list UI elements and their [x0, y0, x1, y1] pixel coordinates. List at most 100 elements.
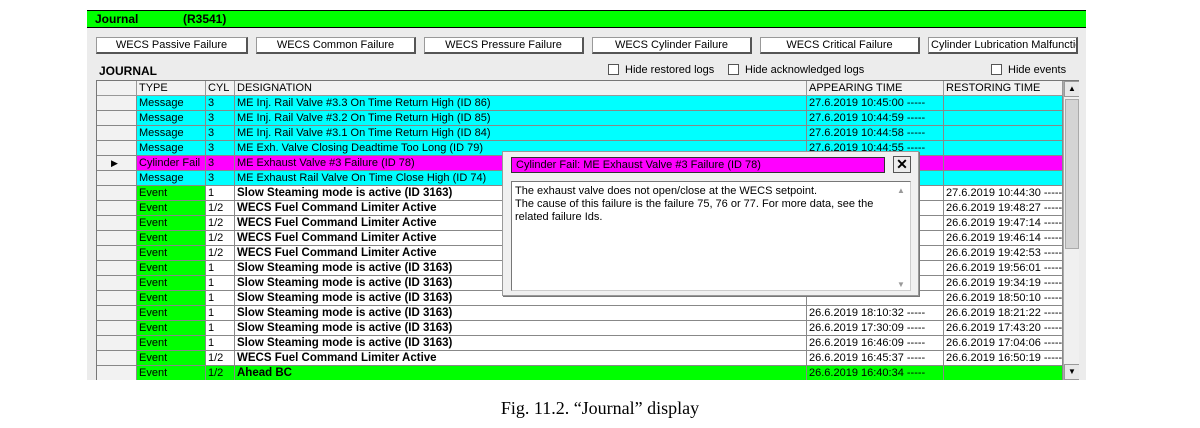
cell-type: Event: [137, 201, 206, 216]
table-row[interactable]: Event 1/2 Ahead BC 26.6.2019 16:40:34 -----: [97, 366, 1063, 380]
table-row[interactable]: Event 1 Slow Steaming mode is active (ID 3…: [97, 321, 1063, 336]
row-indicator: [97, 366, 137, 380]
row-indicator: [97, 336, 137, 351]
row-indicator: [97, 216, 137, 231]
scroll-down-icon[interactable]: ▼: [1064, 364, 1079, 380]
row-indicator: [97, 96, 137, 111]
hide-acknowledged-checkbox[interactable]: Hide acknowledged logs: [728, 64, 864, 77]
hide-events-checkbox[interactable]: Hide events: [991, 64, 1066, 77]
cell-type: Event: [137, 186, 206, 201]
cell-restoring-time: 26.6.2019 19:48:27 -----: [944, 201, 1063, 216]
table-header: TYPE CYL DESIGNATION APPEARING TIME REST…: [97, 81, 1063, 96]
hide-restored-checkbox[interactable]: Hide restored logs: [608, 64, 714, 77]
cell-appearing-time: 26.6.2019 18:10:32 -----: [807, 306, 944, 321]
cell-designation: ME Inj. Rail Valve #3.2 On Time Return H…: [235, 111, 807, 126]
cell-cyl: 3: [206, 141, 235, 156]
popup-scroll-down-icon[interactable]: ▼: [894, 278, 908, 291]
cell-type: Event: [137, 231, 206, 246]
filter-lubrication-button[interactable]: Cylinder Lubrication Malfunction: [928, 37, 1078, 54]
cell-cyl: 1: [206, 261, 235, 276]
cell-appearing-time: 26.6.2019 17:30:09 -----: [807, 321, 944, 336]
cell-restoring-time: 26.6.2019 19:56:01 -----: [944, 261, 1063, 276]
row-indicator: [97, 351, 137, 366]
popup-scroll-up-icon[interactable]: ▲: [894, 184, 908, 197]
cell-restoring-time: 26.6.2019 16:50:19 -----: [944, 351, 1063, 366]
header-cyl[interactable]: CYL: [206, 81, 235, 96]
title-bar: Journal (R3541): [87, 10, 1086, 28]
cell-cyl: 3: [206, 156, 235, 171]
cell-cyl: 3: [206, 171, 235, 186]
cell-type: Event: [137, 321, 206, 336]
cell-type: Event: [137, 276, 206, 291]
table-row[interactable]: Message 3 ME Inj. Rail Valve #3.3 On Time …: [97, 96, 1063, 111]
cell-cyl: 1/2: [206, 351, 235, 366]
hide-events-label: Hide events: [1008, 64, 1067, 76]
header-type[interactable]: TYPE: [137, 81, 206, 96]
filter-passive-failure-button[interactable]: WECS Passive Failure: [96, 37, 248, 54]
checkbox-box: [608, 64, 619, 75]
cell-restoring-time: 26.6.2019 17:04:06 -----: [944, 336, 1063, 351]
header-indicator: [97, 81, 137, 96]
header-restoring-time[interactable]: RESTORING TIME: [944, 81, 1063, 96]
row-indicator: [97, 141, 137, 156]
cell-type: Message: [137, 111, 206, 126]
cell-type: Message: [137, 141, 206, 156]
cell-cyl: 1/2: [206, 231, 235, 246]
row-indicator: [97, 171, 137, 186]
cell-designation: Slow Steaming mode is active (ID 3163): [235, 321, 807, 336]
cell-restoring-time: 27.6.2019 10:44:30 -----: [944, 186, 1063, 201]
scroll-thumb[interactable]: [1065, 99, 1079, 249]
cell-type: Event: [137, 291, 206, 306]
cell-cyl: 1/2: [206, 201, 235, 216]
cell-cyl: 1: [206, 291, 235, 306]
scroll-up-icon[interactable]: ▲: [1064, 81, 1079, 97]
popup-description: The exhaust valve does not open/close at…: [511, 181, 911, 291]
close-icon[interactable]: ✕: [893, 156, 911, 173]
cell-appearing-time: 26.6.2019 16:40:34 -----: [807, 366, 944, 380]
checkbox-box: [991, 64, 1002, 75]
row-indicator: [97, 111, 137, 126]
table-row[interactable]: Event 1 Slow Steaming mode is active (ID 3…: [97, 336, 1063, 351]
cell-cyl: 1/2: [206, 366, 235, 380]
header-designation[interactable]: DESIGNATION: [235, 81, 807, 96]
cell-type: Cylinder Fail: [137, 156, 206, 171]
row-indicator: [97, 126, 137, 141]
filter-critical-failure-button[interactable]: WECS Critical Failure: [760, 37, 920, 54]
cell-appearing-time: 27.6.2019 10:44:58 -----: [807, 126, 944, 141]
cell-type: Message: [137, 96, 206, 111]
table-row[interactable]: Event 1/2 WECS Fuel Command Limiter Active…: [97, 351, 1063, 366]
row-indicator: [97, 201, 137, 216]
table-row[interactable]: Message 3 ME Inj. Rail Valve #3.1 On Time …: [97, 126, 1063, 141]
window-title: Journal: [95, 12, 139, 26]
filter-common-failure-button[interactable]: WECS Common Failure: [256, 37, 416, 54]
journal-label: JOURNAL: [99, 64, 158, 78]
vertical-scrollbar[interactable]: ▲ ▼: [1063, 81, 1079, 380]
cell-restoring-time: [944, 141, 1063, 156]
row-indicator: [97, 261, 137, 276]
cell-type: Event: [137, 351, 206, 366]
cell-type: Event: [137, 366, 206, 380]
cell-type: Event: [137, 261, 206, 276]
filter-cylinder-failure-button[interactable]: WECS Cylinder Failure: [592, 37, 752, 54]
row-indicator: [97, 246, 137, 261]
cell-restoring-time: 26.6.2019 19:42:53 -----: [944, 246, 1063, 261]
cell-cyl: 1: [206, 276, 235, 291]
cell-restoring-time: [944, 366, 1063, 380]
table-row[interactable]: Message 3 ME Inj. Rail Valve #3.2 On Time …: [97, 111, 1063, 126]
cell-cyl: 1/2: [206, 216, 235, 231]
hide-restored-label: Hide restored logs: [625, 64, 715, 76]
filter-pressure-failure-button[interactable]: WECS Pressure Failure: [424, 37, 584, 54]
cell-restoring-time: [944, 96, 1063, 111]
cell-designation: Slow Steaming mode is active (ID 3163): [235, 306, 807, 321]
cell-cyl: 1/2: [206, 246, 235, 261]
cell-cyl: 3: [206, 111, 235, 126]
header-appearing-time[interactable]: APPEARING TIME: [807, 81, 944, 96]
table-row[interactable]: Event 1 Slow Steaming mode is active (ID 3…: [97, 306, 1063, 321]
cell-type: Event: [137, 216, 206, 231]
popup-text: The exhaust valve does not open/close at…: [515, 185, 874, 223]
row-indicator: [97, 321, 137, 336]
cell-appearing-time: 27.6.2019 10:45:00 -----: [807, 96, 944, 111]
cell-restoring-time: [944, 126, 1063, 141]
popup-title: Cylinder Fail: ME Exhaust Valve #3 Failu…: [511, 157, 885, 173]
cell-restoring-time: 26.6.2019 19:47:14 -----: [944, 216, 1063, 231]
